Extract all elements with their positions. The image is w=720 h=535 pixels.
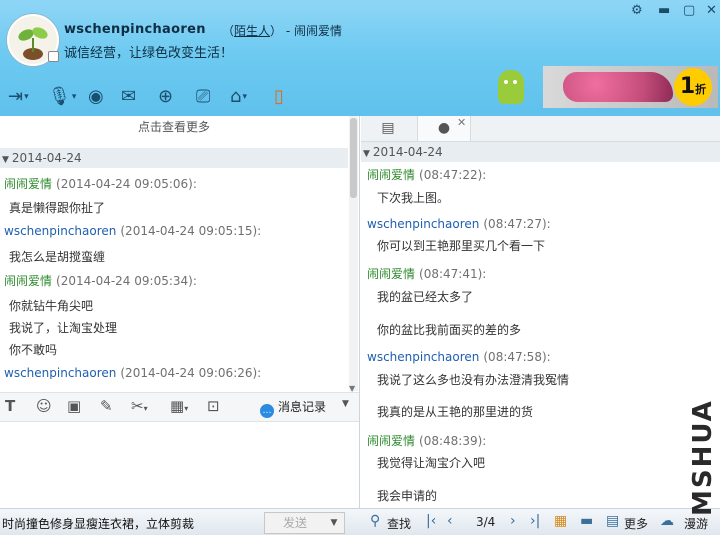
scrollbar[interactable]: ▼	[349, 116, 358, 393]
message-text: 我怎么是胡搅蛮缠	[9, 250, 106, 264]
status-badge	[48, 51, 59, 62]
remote-assist-icon[interactable]: ⌂▾	[230, 86, 247, 108]
last-page-icon[interactable]: ›|	[530, 513, 540, 529]
voice-icon[interactable]: 🎙▾	[48, 86, 76, 108]
file-transfer-icon[interactable]: ⇥▾	[8, 86, 29, 108]
message-text: 我的盆已经太多了	[377, 290, 474, 304]
phone-icon[interactable]: ▯	[274, 86, 284, 108]
email-icon[interactable]: ✉	[121, 86, 136, 108]
message-text: 我说了，让淘宝处理	[9, 321, 118, 335]
folder-icon[interactable]: ▬	[580, 513, 593, 529]
video-icon[interactable]: ◉	[88, 86, 104, 108]
gear-icon[interactable]: ⚙	[631, 3, 643, 19]
chat-header: ⚙ ▬ ▢ ✕ wschenpinchaoren （陌生人） - 闹闹爱情 诚信…	[0, 0, 720, 116]
message-text: 我真的是从王艳的那里进的货	[377, 405, 534, 419]
date-header[interactable]: ▼ 2014-04-24	[0, 148, 348, 168]
discount-badge: 1折	[674, 68, 712, 106]
font-icon[interactable]: T	[5, 397, 15, 415]
video-icon[interactable]: ⊡	[207, 397, 220, 415]
message-text: 真是懒得跟你扯了	[9, 201, 106, 215]
chat-history-pane: 点击查看更多 ▼ 2014-04-24 闹闹爱情 (2014-04-24 09:05…	[0, 116, 360, 508]
collapse-icon: ▼	[2, 155, 9, 165]
search-icon[interactable]: ⚲	[370, 513, 380, 529]
next-page-icon[interactable]: ›	[510, 513, 516, 529]
scrollbar-thumb[interactable]	[350, 118, 357, 198]
close-icon[interactable]: ✕	[457, 116, 466, 129]
ad-banner[interactable]: 1折	[543, 66, 718, 108]
add-contact-icon[interactable]: ⊕	[158, 86, 173, 108]
avatar[interactable]	[7, 14, 59, 66]
watermark: MSHUA	[688, 399, 718, 516]
message-author: 闹闹爱情 (08:47:22):	[367, 168, 487, 182]
find-button[interactable]: 查找	[387, 515, 411, 532]
message-author: wschenpinchaoren (08:47:58):	[367, 350, 551, 364]
relation-label: （陌生人） - 闹闹爱情	[222, 24, 343, 38]
previous-page-icon[interactable]: ‹	[447, 513, 453, 529]
screen-share-icon[interactable]: ⎚	[196, 86, 210, 108]
date-header[interactable]: ▼ 2014-04-24	[361, 142, 720, 162]
first-page-icon[interactable]: |‹	[426, 513, 436, 529]
message-author: 闹闹爱情 (2014-04-24 09:05:06):	[4, 177, 197, 191]
message-text: 你就钻牛角尖吧	[9, 299, 94, 313]
status-bar: 时尚撞色修身显瘦连衣裙，立体剪裁 发送 ▼ ⚲ 查找 |‹ ‹ 3/4 › ›|…	[0, 508, 720, 535]
input-toolbar: T ☺ ▣ ✎ ✂▾ ▦▾ ⊡ … 消息记录 ▼	[0, 392, 359, 422]
view-more-link[interactable]: 点击查看更多	[0, 116, 348, 138]
roam-button[interactable]: 漫游	[684, 515, 708, 532]
cloud-icon[interactable]: ☁	[660, 513, 674, 529]
message-text: 你不敢吗	[9, 343, 58, 357]
message-text: 我觉得让淘宝介入吧	[377, 456, 486, 470]
message-text: 我会申请的	[377, 489, 438, 503]
message-text: 你的盆比我前面买的差的多	[377, 323, 522, 337]
signature: 诚信经营，让绿色改变生活！	[64, 46, 234, 61]
message-author: wschenpinchaoren (08:47:27):	[367, 217, 551, 231]
message-author: wschenpinchaoren (2014-04-24 09:06:26):	[4, 366, 262, 379]
minimize-icon[interactable]: ▬	[658, 3, 670, 19]
message-author: 闹闹爱情 (2014-04-24 09:05:34):	[4, 274, 197, 288]
message-pane: ▤ ● ✕ ▼ 2014-04-24 闹闹爱情 (08:47:22): 下次我上图。…	[361, 116, 720, 508]
chat-bubble-icon: ●	[437, 120, 451, 136]
side-tabs: ▤ ● ✕	[361, 116, 720, 142]
history-dropdown-icon[interactable]: ▼	[342, 399, 349, 409]
message-text: 我说了这么多也没有办法澄清我冤情	[377, 373, 570, 387]
message-author: wschenpinchaoren (2014-04-24 09:05:15):	[4, 224, 262, 238]
more-button[interactable]: 更多	[624, 515, 648, 532]
ad-text-link[interactable]: 时尚撞色修身显瘦连衣裙，立体剪裁	[2, 515, 194, 532]
mascot-icon[interactable]	[498, 70, 524, 104]
more-icon[interactable]: ▤	[606, 513, 619, 529]
contact-name[interactable]: wschenpinchaoren	[64, 22, 206, 37]
message-text: 你可以到王艳那里买几个看一下	[377, 239, 546, 253]
message-text: 下次我上图。	[377, 191, 450, 205]
contact-card-icon: ▤	[381, 120, 395, 136]
edit-icon[interactable]: ✎	[100, 397, 113, 415]
chat-bubble-icon: …	[260, 404, 274, 418]
close-icon[interactable]: ✕	[706, 3, 717, 19]
tab-contact-card[interactable]: ▤	[362, 116, 414, 141]
page-indicator: 3/4	[476, 515, 496, 529]
self-name: 闹闹爱情	[294, 24, 343, 38]
relation-link[interactable]: 陌生人	[234, 24, 270, 38]
maximize-icon[interactable]: ▢	[683, 3, 695, 19]
collapse-icon: ▼	[363, 149, 370, 159]
message-author: 闹闹爱情 (08:48:39):	[367, 434, 487, 448]
send-button[interactable]: 发送	[264, 512, 326, 534]
message-author: 闹闹爱情 (08:47:41):	[367, 267, 487, 281]
send-options-dropdown[interactable]: ▼	[324, 512, 345, 534]
calculator-icon[interactable]: ▦▾	[170, 397, 188, 415]
shoe-image	[563, 72, 673, 102]
image-icon[interactable]: ▣	[67, 397, 81, 415]
emoji-icon[interactable]: ☺	[36, 397, 52, 415]
screenshot-icon[interactable]: ✂▾	[131, 397, 148, 415]
message-history-button[interactable]: … 消息记录	[260, 398, 326, 418]
calendar-icon[interactable]: ▦	[554, 513, 567, 529]
